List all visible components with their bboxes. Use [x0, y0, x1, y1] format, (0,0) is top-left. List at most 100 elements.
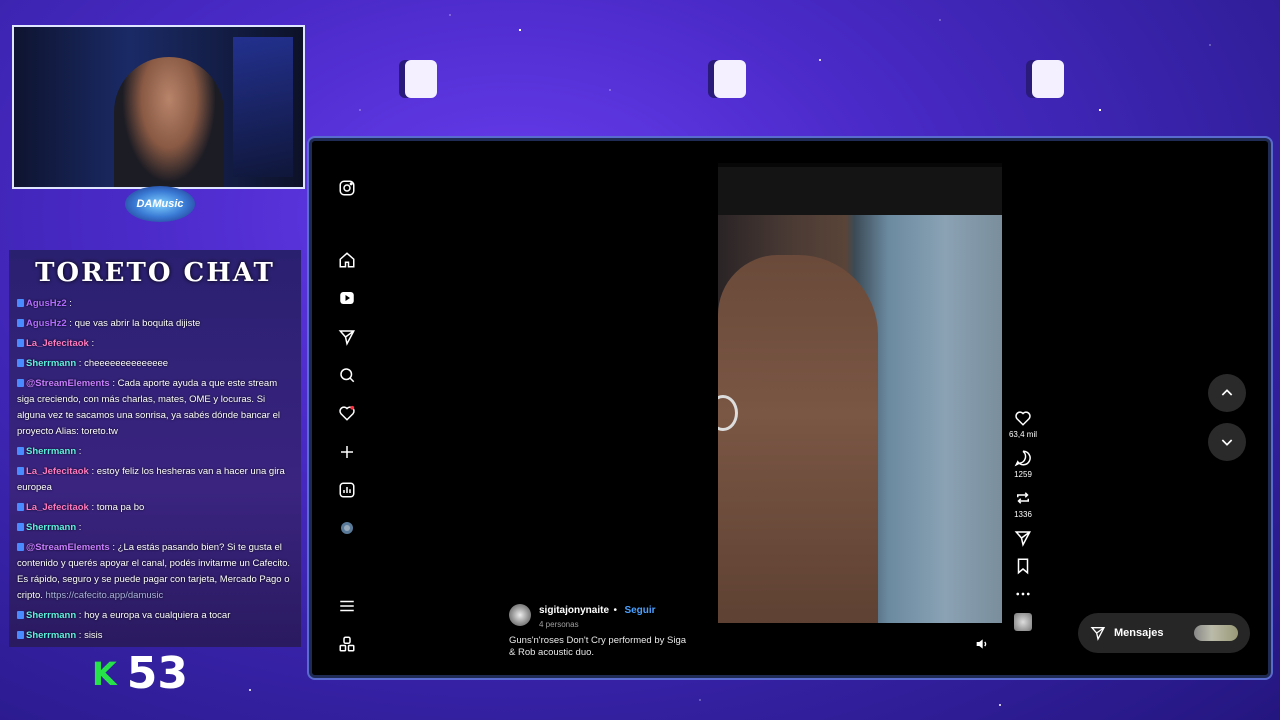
bookmark-icon	[1017, 558, 1029, 575]
more-icon	[1016, 592, 1030, 596]
badge-icon	[17, 319, 24, 327]
chat-message: @StreamElements : ¿La estás pasando bien…	[17, 540, 293, 604]
video-subject	[718, 255, 878, 655]
previous-reel-button[interactable]	[1208, 374, 1246, 412]
counter-prefix: K	[92, 654, 117, 693]
author-username[interactable]: sigitajonynaite	[539, 605, 609, 616]
chat-message: La_Jefecitaok :	[17, 336, 293, 352]
webcam-feed	[12, 25, 305, 189]
save-button[interactable]	[1005, 557, 1041, 575]
search-icon[interactable]	[336, 364, 358, 386]
chat-text: :	[91, 338, 95, 349]
author-avatar[interactable]	[509, 603, 531, 626]
badge-icon	[17, 359, 24, 367]
share-button[interactable]	[1005, 529, 1041, 547]
threads-icon[interactable]	[336, 633, 358, 655]
chat-message: La_Jefecitaok : estoy feliz los hesheras…	[17, 464, 293, 496]
comment-button[interactable]: 1259	[1005, 449, 1041, 479]
video-frame	[718, 215, 1002, 655]
chat-username[interactable]: @StreamElements	[26, 542, 110, 553]
chat-username[interactable]: AgusHz2	[26, 298, 67, 309]
chat-message: Sherrmann :	[17, 444, 293, 460]
chevron-up-icon	[1221, 389, 1233, 396]
badge-icon	[17, 299, 24, 307]
video-bottom-bar	[718, 623, 1002, 666]
chat-username[interactable]: La_Jefecitaok	[26, 338, 89, 349]
chat-username[interactable]: AgusHz2	[26, 318, 67, 329]
repost-icon	[1017, 492, 1029, 504]
chat-message: AgusHz2 : que vas abrir la boquita dijis…	[17, 316, 293, 332]
chat-username[interactable]: @StreamElements	[26, 378, 110, 389]
next-reel-button[interactable]	[1208, 423, 1246, 461]
chat-message: Sherrmann : hoy a europa va cualquiera a…	[17, 608, 293, 624]
post-author: sigitajonynaite • Seguir 4 personas	[509, 600, 656, 629]
browser-window: sigitajonynaite • Seguir 4 personas Guns…	[309, 138, 1271, 678]
chat-title: TORETO CHAT	[35, 258, 275, 288]
badge-icon	[17, 523, 24, 531]
chat-text: : sisis	[78, 630, 103, 641]
chat-username[interactable]: Sherrmann	[26, 630, 76, 641]
messages-label: Mensajes	[1114, 627, 1164, 639]
chat-message: Sherrmann : cheeeeeeeeeeeeee	[17, 356, 293, 372]
streamer	[114, 57, 224, 187]
more-button[interactable]	[1005, 585, 1041, 603]
chevron-down-icon	[1221, 439, 1233, 446]
chat-username[interactable]: Sherrmann	[26, 446, 76, 457]
chat-message: Sherrmann :	[17, 520, 293, 536]
channel-logo-text: DAMusic	[136, 198, 184, 210]
home-icon[interactable]	[336, 249, 358, 271]
badge-icon	[17, 631, 24, 639]
comment-icon	[1014, 450, 1031, 467]
message-avatars	[1194, 625, 1238, 641]
badge-icon	[17, 467, 24, 475]
badge-icon	[17, 379, 24, 387]
chat-message: Sherrmann : sisis	[17, 628, 293, 644]
like-count: 63,4 mil	[1008, 430, 1037, 439]
menu-icon[interactable]	[336, 595, 358, 617]
send-icon	[1090, 627, 1106, 641]
instagram-icon[interactable]	[336, 177, 358, 199]
profile-avatar[interactable]	[336, 517, 358, 539]
counter-value: 53	[126, 648, 189, 699]
chat-text: : toma pa bo	[91, 502, 145, 513]
send-icon	[1014, 531, 1031, 547]
tagged-people[interactable]: 4 personas	[539, 620, 656, 629]
repost-button[interactable]: 1336	[1005, 489, 1041, 519]
volume-icon[interactable]	[974, 636, 990, 652]
heart-icon[interactable]	[336, 402, 358, 424]
chat-text: :	[78, 522, 82, 533]
heart-icon	[1015, 411, 1031, 426]
separator: •	[613, 605, 617, 616]
reel-video[interactable]	[718, 163, 1002, 666]
like-button[interactable]: 63,4 mil	[1005, 409, 1041, 439]
reels-feed: sigitajonynaite • Seguir 4 personas Guns…	[382, 141, 1268, 675]
chat-text: :	[69, 298, 72, 309]
chat-link[interactable]: https://cafecito.app/damusic	[46, 590, 164, 601]
chat-username[interactable]: Sherrmann	[26, 358, 76, 369]
chat-text: : cheeeeeeeeeeeeee	[78, 358, 169, 369]
post-caption: Guns'n'roses Don't Cry performed by Siga…	[509, 635, 687, 658]
audio-thumbnail[interactable]	[1014, 613, 1032, 631]
video-top-bar	[718, 163, 1002, 215]
badge-icon	[17, 611, 24, 619]
chat-message: La_Jefecitaok : toma pa bo	[17, 500, 293, 516]
chat-username[interactable]: Sherrmann	[26, 610, 76, 621]
send-icon[interactable]	[336, 326, 358, 348]
post-actions: 63,4 mil 1259 1336	[1005, 409, 1041, 631]
chat-username[interactable]: Sherrmann	[26, 522, 76, 533]
comment-count: 1259	[1014, 470, 1032, 479]
messages-button[interactable]: Mensajes	[1078, 613, 1250, 653]
chat-username[interactable]: La_Jefecitaok	[26, 466, 89, 477]
insights-icon[interactable]	[336, 479, 358, 501]
deco-block	[405, 60, 437, 98]
follow-button[interactable]: Seguir	[624, 605, 655, 616]
chat-text: : que vas abrir la boquita dijiste	[69, 318, 201, 329]
repost-count: 1336	[1014, 510, 1032, 519]
badge-icon	[17, 447, 24, 455]
badge-icon	[17, 503, 24, 511]
badge-icon	[17, 543, 24, 551]
chat-username[interactable]: La_Jefecitaok	[26, 502, 89, 513]
reels-icon[interactable]	[336, 287, 358, 309]
background-light	[233, 37, 293, 177]
create-icon[interactable]	[336, 441, 358, 463]
